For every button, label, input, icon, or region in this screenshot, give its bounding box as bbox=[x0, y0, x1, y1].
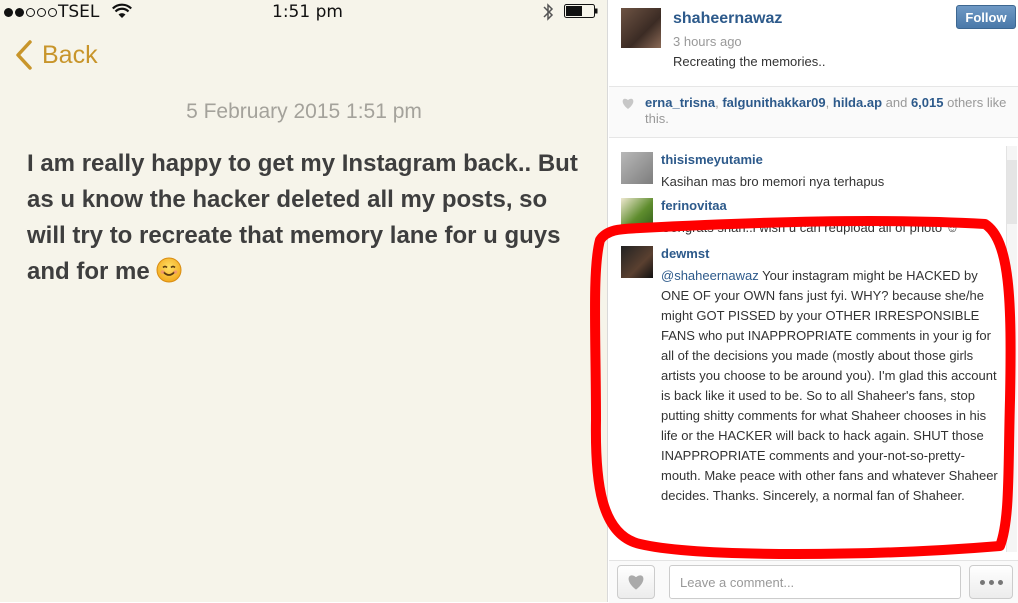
like-button[interactable] bbox=[617, 565, 655, 599]
post-caption: Recreating the memories.. bbox=[673, 54, 826, 69]
instagram-panel: shaheernawaz 3 hours ago Recreating the … bbox=[609, 0, 1018, 603]
smiling-face-icon bbox=[156, 257, 182, 294]
commenter-username[interactable]: thisismeyutamie bbox=[661, 152, 763, 167]
more-options-button[interactable] bbox=[969, 565, 1013, 599]
note-date: 5 February 2015 1:51 pm bbox=[186, 100, 422, 123]
notes-screenshot: TSEL 1:51 pm Back 5 February 2015 1:51 p… bbox=[0, 0, 608, 602]
note-text: I am really happy to get my Instagram ba… bbox=[27, 150, 578, 285]
comment-footer bbox=[609, 560, 1018, 603]
bluetooth-icon bbox=[543, 3, 554, 21]
note-body[interactable]: I am really happy to get my Instagram ba… bbox=[27, 146, 587, 294]
post-username[interactable]: shaheernawaz bbox=[673, 10, 782, 28]
likes-and: and bbox=[882, 95, 911, 110]
chevron-left-icon bbox=[16, 40, 32, 70]
likes-section: erna_trisna, falgunithakkar09, hilda.ap … bbox=[609, 86, 1018, 138]
comments-scrollbar[interactable] bbox=[1006, 146, 1017, 552]
mention-link[interactable]: @shaheernawaz bbox=[661, 268, 759, 283]
post-header: shaheernawaz 3 hours ago Recreating the … bbox=[609, 0, 1018, 86]
status-bar: TSEL 1:51 pm bbox=[0, 0, 608, 26]
liker-link[interactable]: erna_trisna bbox=[645, 95, 715, 110]
heart-icon bbox=[628, 575, 644, 590]
post-time: 3 hours ago bbox=[673, 34, 742, 49]
scrollbar-thumb[interactable] bbox=[1007, 160, 1017, 224]
comment-list[interactable]: thisismeyutamie Kasihan mas bro memori n… bbox=[609, 142, 1018, 552]
ellipsis-dot-icon bbox=[979, 579, 985, 585]
back-button[interactable]: Back bbox=[16, 40, 98, 70]
commenter-username[interactable]: ferinovitaa bbox=[661, 198, 727, 213]
comment-text: Kasihan mas bro memori nya terhapus bbox=[661, 174, 885, 189]
comment-input[interactable] bbox=[669, 565, 961, 599]
commenter-avatar[interactable] bbox=[621, 246, 653, 278]
signal-dots-icon bbox=[4, 8, 57, 17]
carrier-name: TSEL bbox=[58, 2, 100, 22]
status-time: 1:51 pm bbox=[272, 2, 343, 22]
avatar[interactable] bbox=[621, 8, 661, 48]
ellipsis-dot-icon bbox=[997, 579, 1003, 585]
likes-separator: , bbox=[825, 95, 833, 110]
battery-icon bbox=[564, 4, 598, 18]
comment-text: @shaheernawaz Your instagram might be HA… bbox=[661, 266, 1001, 506]
comment-text: Congrats shah..i wish u can reupload all… bbox=[661, 220, 960, 235]
liker-link[interactable]: hilda.ap bbox=[833, 95, 882, 110]
comment-body: Your instagram might be HACKED by ONE OF… bbox=[661, 268, 1002, 503]
likes-text: erna_trisna, falgunithakkar09, hilda.ap … bbox=[645, 95, 1009, 127]
commenter-username[interactable]: dewmst bbox=[661, 246, 709, 261]
liker-link[interactable]: falgunithakkar09 bbox=[722, 95, 825, 110]
follow-button[interactable]: Follow bbox=[956, 5, 1016, 29]
ellipsis-dot-icon bbox=[988, 579, 994, 585]
commenter-avatar[interactable] bbox=[621, 152, 653, 184]
commenter-avatar[interactable] bbox=[621, 198, 653, 230]
wifi-icon bbox=[112, 3, 132, 18]
likes-count[interactable]: 6,015 bbox=[911, 95, 944, 110]
back-label: Back bbox=[42, 40, 98, 69]
heart-icon bbox=[622, 98, 634, 109]
